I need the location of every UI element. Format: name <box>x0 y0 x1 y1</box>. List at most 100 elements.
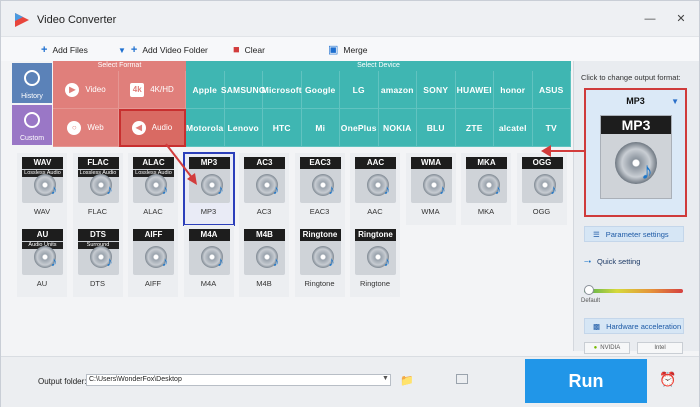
custom-label: Custom <box>19 135 45 142</box>
intel-badge[interactable]: Intel <box>637 342 683 354</box>
device-label: Motorola <box>186 122 224 133</box>
format-icon: AAC ♪ <box>355 157 396 203</box>
music-note-icon: ♪ <box>272 182 280 197</box>
quality-slider-track[interactable] <box>584 289 683 293</box>
device-apple[interactable]: Apple <box>186 71 225 109</box>
hardware-acceleration-button[interactable]: ▩ Hardware acceleration <box>584 318 684 334</box>
select-device-header: Select Device <box>357 62 400 69</box>
merge-icon: ▣ <box>328 43 339 56</box>
output-format-selector[interactable]: MP3 ▼ MP3 ♪ <box>584 88 687 217</box>
format-ringtone[interactable]: Ringtone ♪ Ringtone <box>294 225 345 297</box>
add-video-folder-label: Add Video Folder <box>142 45 208 55</box>
nvidia-badge[interactable]: ● NVIDIA <box>584 342 630 354</box>
folder-icon[interactable]: 📁 <box>400 374 414 387</box>
parameter-settings-label: Parameter settings <box>605 229 669 239</box>
run-button[interactable]: Run <box>525 359 647 403</box>
device-label: OnePlus <box>340 122 377 133</box>
format-4k-hd[interactable]: 4k 4K/HD <box>119 71 186 109</box>
format-video[interactable]: ▶ Video <box>53 71 119 109</box>
music-note-icon: ♪ <box>328 254 335 269</box>
device-htc[interactable]: HTC <box>263 109 302 147</box>
device-label: TV <box>545 122 557 133</box>
device-google[interactable]: Google <box>301 71 340 109</box>
clear-button[interactable]: ■ Clear <box>233 43 265 57</box>
device-lg[interactable]: LG <box>340 71 379 109</box>
format-ringtone[interactable]: Ringtone ♪ Ringtone <box>350 225 400 297</box>
chip-icon: ▩ <box>593 321 601 331</box>
format-ac3[interactable]: AC3 ♪ AC3 <box>239 153 289 225</box>
format-aac[interactable]: AAC ♪ AAC <box>350 153 400 225</box>
format-icon: M4A ♪ <box>188 229 230 275</box>
format-icon: WMA ♪ <box>410 157 452 203</box>
mp3-icon-label: MP3 <box>601 116 671 134</box>
format-dts[interactable]: DTS Surround ♪ DTS <box>72 225 123 297</box>
app-window: Video Converter — ✕ + Add Files ▼ + Add … <box>0 0 700 407</box>
format-wma[interactable]: WMA ♪ WMA <box>405 153 456 225</box>
minimize-button[interactable]: — <box>641 11 659 27</box>
history-tab[interactable]: History <box>12 63 52 103</box>
music-note-icon: ♪ <box>50 254 58 269</box>
format-name: MP3 <box>200 207 217 216</box>
format-name: OGG <box>532 207 551 216</box>
format-aiff[interactable]: AIFF ♪ AIFF <box>128 225 178 297</box>
alarm-clock-icon[interactable]: ⏰ <box>659 371 676 388</box>
format-m4b[interactable]: M4B ♪ M4B <box>239 225 289 297</box>
format-wav[interactable]: WAV Lossless Audio ♪ WAV <box>17 153 67 225</box>
open-output-icon[interactable] <box>456 374 468 384</box>
device-sony[interactable]: SONY <box>417 71 456 109</box>
app-logo-icon <box>15 13 29 27</box>
custom-tab[interactable]: Custom <box>12 105 52 145</box>
format-icon-label: M4B <box>244 229 285 241</box>
device-label: HTC <box>272 122 291 133</box>
add-video-folder-button[interactable]: ▼ + Add Video Folder <box>118 43 208 57</box>
clear-label: Clear <box>244 45 265 55</box>
device-lenovo[interactable]: Lenovo <box>224 109 263 147</box>
format-name: DTS <box>90 279 105 288</box>
device-oneplus[interactable]: OnePlus <box>340 109 379 147</box>
device-alcatel[interactable]: alcatel <box>494 109 533 147</box>
format-au[interactable]: AU Audio Units ♪ AU <box>17 225 67 297</box>
format-flac[interactable]: FLAC Lossless Audio ♪ FLAC <box>72 153 123 225</box>
format-eac3[interactable]: EAC3 ♪ EAC3 <box>294 153 345 225</box>
device-nokia[interactable]: NOKIA <box>378 109 417 147</box>
format-m4a[interactable]: M4A ♪ M4A <box>183 225 234 297</box>
music-note-icon: ♪ <box>328 182 335 197</box>
parameter-settings-button[interactable]: ☰ Parameter settings <box>584 226 684 242</box>
device-label: BLU <box>426 122 445 133</box>
format-name: AC3 <box>256 207 272 216</box>
format-icon-label: AU <box>22 229 63 241</box>
device-zte[interactable]: ZTE <box>455 109 494 147</box>
add-files-button[interactable]: + Add Files <box>41 43 88 57</box>
output-folder-input[interactable]: C:\Users\WonderFox\Desktop <box>86 374 391 386</box>
quality-slider-handle[interactable] <box>584 285 594 295</box>
chevron-down-icon[interactable]: ▼ <box>382 375 391 385</box>
device-huawei[interactable]: HUAWEI <box>455 71 494 109</box>
format-mka[interactable]: MKA ♪ MKA <box>461 153 511 225</box>
device-label: ASUS <box>539 84 564 95</box>
music-note-icon: ♪ <box>217 254 224 269</box>
device-blu[interactable]: BLU <box>417 109 456 147</box>
device-asus[interactable]: ASUS <box>532 71 571 109</box>
format-name: M4B <box>256 279 272 288</box>
format-name: FLAC <box>87 207 108 216</box>
device-amazon[interactable]: amazon <box>378 71 417 109</box>
device-tv[interactable]: TV <box>532 109 571 147</box>
music-note-icon: ♪ <box>383 182 391 197</box>
device-label: Mi <box>315 122 326 133</box>
device-honor[interactable]: honor <box>494 71 533 109</box>
format-icon: FLAC Lossless Audio ♪ <box>77 157 119 203</box>
history-label: History <box>21 93 43 100</box>
device-microsoft[interactable]: Microsoft <box>262 71 302 109</box>
4k-hd-label: 4K/HD <box>150 85 174 94</box>
merge-button[interactable]: ▣ Merge <box>328 43 368 57</box>
chevron-down-icon: ▼ <box>118 45 126 55</box>
device-mi[interactable]: Mi <box>301 109 340 147</box>
format-web[interactable]: ○ Web <box>53 109 119 147</box>
format-name: WAV <box>33 207 51 216</box>
close-button[interactable]: ✕ <box>672 11 690 27</box>
format-icon: WAV Lossless Audio ♪ <box>22 157 63 203</box>
globe-icon: ○ <box>67 120 82 135</box>
device-samsung[interactable]: SAMSUNG <box>221 71 265 109</box>
format-name: MKA <box>477 207 495 216</box>
nvidia-label: NVIDIA <box>600 345 621 351</box>
